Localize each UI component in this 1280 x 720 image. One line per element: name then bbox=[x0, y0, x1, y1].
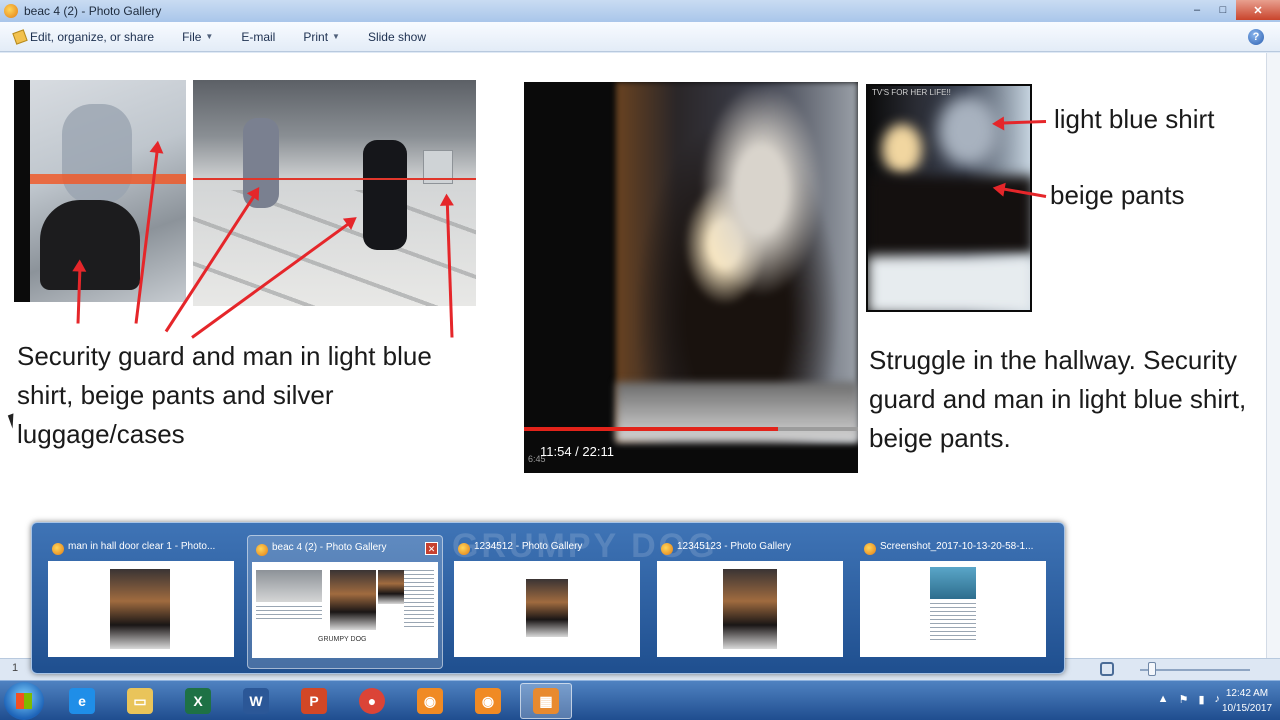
preview-caption: GRUMPY DOG bbox=[318, 636, 367, 643]
taskbar-app-powerpoint[interactable]: P bbox=[288, 683, 340, 719]
thumbnail-preview: GRUMPY DOG bbox=[252, 562, 438, 658]
zoom-slider-handle[interactable] bbox=[1148, 662, 1156, 676]
photo-gallery-icon bbox=[4, 4, 18, 18]
chevron-down-icon: ▼ bbox=[332, 32, 340, 41]
thumbnail-title: Screenshot_2017-10-13-20-58-1... bbox=[880, 541, 1034, 552]
file-menu[interactable]: File ▼ bbox=[168, 22, 227, 52]
video-time: 11:54 / 22:11 bbox=[540, 444, 614, 459]
command-bar: Edit, organize, or share File ▼ E-mail P… bbox=[0, 22, 1280, 52]
caption-right: Struggle in the hallway. Security guard … bbox=[869, 345, 1247, 453]
print-menu[interactable]: Print ▼ bbox=[289, 22, 354, 52]
photo-count: 1 bbox=[12, 662, 19, 674]
windows-logo-icon bbox=[16, 693, 32, 709]
volume-icon[interactable]: ♪ bbox=[1215, 693, 1221, 706]
chrome-icon: ● bbox=[359, 688, 385, 714]
taskbar-app-word[interactable]: W bbox=[230, 683, 282, 719]
thumbnail-title: beac 4 (2) - Photo Gallery bbox=[272, 542, 387, 553]
cctv-photo-left bbox=[14, 80, 186, 302]
actual-size-icon[interactable] bbox=[1100, 662, 1114, 676]
taskbar-app-orange-2[interactable]: ◉ bbox=[462, 683, 514, 719]
thumbnail-preview bbox=[48, 561, 234, 657]
thumbnail-title: 12345123 - Photo Gallery bbox=[677, 541, 791, 552]
internet-explorer-icon: e bbox=[69, 688, 95, 714]
power-icon[interactable]: ▮ bbox=[1198, 693, 1204, 706]
system-tray: ▲ ⚑ ▮ ♪ bbox=[1158, 693, 1220, 706]
app-icon: ◉ bbox=[475, 688, 501, 714]
video-still: 6:45 11:54 / 22:11 bbox=[524, 82, 858, 473]
taskbar-app-excel[interactable]: X bbox=[172, 683, 224, 719]
video-progress-fill bbox=[524, 427, 778, 431]
thumbnail-title: 1234512 - Photo Gallery bbox=[474, 541, 583, 552]
photo-gallery-icon bbox=[256, 544, 268, 556]
thumbnail-window[interactable]: 1234512 - Photo Gallery bbox=[450, 535, 646, 669]
email-button[interactable]: E-mail bbox=[227, 22, 289, 52]
photo-gallery-icon bbox=[458, 543, 470, 555]
taskbar-app-orange-1[interactable]: ◉ bbox=[404, 683, 456, 719]
word-icon: W bbox=[243, 688, 269, 714]
taskbar-app-internet-explorer[interactable]: e bbox=[56, 683, 108, 719]
zoom-slider[interactable] bbox=[1140, 669, 1250, 671]
email-label: E-mail bbox=[241, 29, 276, 44]
window-controls: – □ ✕ bbox=[1184, 0, 1280, 20]
cropped-closeup: TV'S FOR HER LIFE!! bbox=[866, 84, 1032, 312]
close-button[interactable]: ✕ bbox=[1236, 0, 1280, 20]
clock-date: 10/15/2017 bbox=[1222, 703, 1273, 714]
thumbnail-title: man in hall door clear 1 - Photo... bbox=[68, 541, 216, 552]
label-light-blue-shirt: light blue shirt bbox=[1054, 104, 1215, 134]
label-beige-pants: beige pants bbox=[1050, 180, 1185, 210]
file-menu-label: File bbox=[182, 29, 202, 44]
thumbnail-preview bbox=[454, 561, 640, 657]
taskbar-thumbnail-popup: GRUMPY DOG man in hall door clear 1 - Ph… bbox=[31, 522, 1065, 674]
action-center-flag-icon[interactable]: ⚑ bbox=[1179, 693, 1189, 706]
taskbar-app-file-explorer[interactable]: ▭ bbox=[114, 683, 166, 719]
taskbar-app-chrome[interactable]: ● bbox=[346, 683, 398, 719]
help-icon[interactable]: ? bbox=[1248, 29, 1264, 45]
taskbar-clock[interactable]: 12:42 AM 10/15/2017 bbox=[1222, 686, 1272, 716]
edit-organize-share-button[interactable]: Edit, organize, or share bbox=[0, 22, 168, 52]
clock-time: 12:42 AM bbox=[1225, 688, 1269, 699]
window-title: beac 4 (2) - Photo Gallery bbox=[24, 4, 162, 18]
show-hidden-icons-icon[interactable]: ▲ bbox=[1158, 693, 1169, 706]
caption-left: Security guard and man in light blue shi… bbox=[17, 341, 432, 449]
photo-gallery-icon bbox=[864, 543, 876, 555]
photo-gallery-icon bbox=[52, 543, 64, 555]
thumbnail-close-button[interactable]: ✕ bbox=[425, 542, 438, 555]
thumbnail-window[interactable]: Screenshot_2017-10-13-20-58-1... bbox=[856, 535, 1052, 669]
chevron-down-icon: ▼ bbox=[205, 32, 214, 41]
taskbar: e ▭ X W P ● ◉ ◉ ▦ ▲ ⚑ ▮ ♪ 12:42 AM 10/15… bbox=[0, 680, 1280, 720]
app-icon: ◉ bbox=[417, 688, 443, 714]
thumbnail-window[interactable]: man in hall door clear 1 - Photo... bbox=[44, 535, 240, 669]
thumbnail-window[interactable]: 12345123 - Photo Gallery bbox=[653, 535, 849, 669]
title-bar: beac 4 (2) - Photo Gallery – □ ✕ bbox=[0, 0, 1280, 22]
edit-organize-share-label: Edit, organize, or share bbox=[30, 29, 155, 44]
maximize-button[interactable]: □ bbox=[1210, 0, 1236, 20]
print-menu-label: Print bbox=[303, 29, 329, 44]
excel-icon: X bbox=[185, 688, 211, 714]
thumbnail-preview bbox=[657, 561, 843, 657]
pencil-icon bbox=[12, 28, 28, 45]
powerpoint-icon: P bbox=[301, 688, 327, 714]
folder-icon: ▭ bbox=[127, 688, 153, 714]
start-button[interactable] bbox=[4, 682, 44, 720]
photo-gallery-icon: ▦ bbox=[533, 688, 559, 714]
slide-show-button[interactable]: Slide show bbox=[354, 22, 440, 52]
photo-gallery-icon bbox=[661, 543, 673, 555]
thumbnail-window-active[interactable]: beac 4 (2) - Photo Gallery ✕ GRUMPY DOG bbox=[247, 535, 443, 669]
cctv-photo-right bbox=[193, 80, 476, 306]
taskbar-app-photo-gallery[interactable]: ▦ bbox=[520, 683, 572, 719]
crop-caption: TV'S FOR HER LIFE!! bbox=[872, 88, 951, 97]
slide-show-label: Slide show bbox=[367, 29, 426, 44]
thumbnail-preview bbox=[860, 561, 1046, 657]
minimize-button[interactable]: – bbox=[1184, 0, 1210, 20]
